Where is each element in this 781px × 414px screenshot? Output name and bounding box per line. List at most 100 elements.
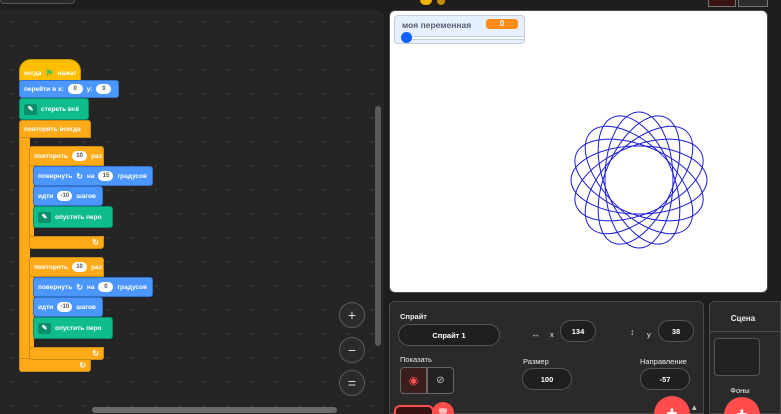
direction-label: Направление xyxy=(640,357,687,366)
trash-icon: 🗑 xyxy=(437,407,449,414)
pen-icon: ✎ xyxy=(24,103,37,115)
variable-slider-knob[interactable] xyxy=(401,32,412,43)
stage-size-button-partial[interactable] xyxy=(708,0,736,7)
zoom-out-button[interactable]: − xyxy=(339,337,365,363)
times-label: раз xyxy=(91,152,102,160)
zoom-reset-icon: = xyxy=(347,375,357,391)
go-to-xy-block[interactable]: перейти в х: 0 у: 0 xyxy=(19,80,119,98)
move-steps-input[interactable]: -10 xyxy=(57,302,73,312)
forever-block[interactable]: повторять всегда xyxy=(19,120,91,138)
pen-down-block-1[interactable]: ✎ опустить перо xyxy=(33,206,113,228)
y-label: у: xyxy=(86,85,93,93)
variable-slider-track[interactable] xyxy=(405,36,525,40)
move-block-1[interactable]: идти -10 шагов xyxy=(33,186,103,206)
degrees-label: градусов xyxy=(117,283,147,291)
show-hidden-toggle[interactable]: ⊘ xyxy=(427,367,454,394)
variable-monitor[interactable]: моя переменная 0 xyxy=(394,15,525,44)
x-field[interactable]: 134 xyxy=(560,320,596,342)
pen-icon: ✎ xyxy=(38,211,51,223)
repeat-block-1[interactable]: повторить 10 раз xyxy=(29,146,104,166)
when-flag-clicked-block[interactable]: когда ⚑ нажат xyxy=(19,59,81,82)
turn-degrees-input[interactable]: 0 xyxy=(98,282,114,292)
pen-stroke-loop xyxy=(604,111,674,249)
vertical-scrollbar[interactable] xyxy=(375,106,381,346)
pen-stroke-loop xyxy=(597,115,681,245)
code-workspace[interactable]: когда ⚑ нажат перейти в х: 0 у: 0 ✎ стер… xyxy=(0,10,384,414)
repeat-block-2[interactable]: повторить 10 раз xyxy=(29,257,104,277)
turn-block-2[interactable]: повернуть ↻ на 0 градусов xyxy=(33,277,153,297)
turn-label: повернуть xyxy=(38,283,73,291)
pen-stroke-loop xyxy=(584,125,694,235)
pen-down-label: опустить перо xyxy=(55,213,102,221)
sprite-name-field[interactable]: Спрайт 1 xyxy=(398,324,500,346)
menu-button-partial[interactable] xyxy=(0,0,75,4)
y-field[interactable]: 38 xyxy=(658,320,694,342)
top-toolbar-strip xyxy=(0,0,781,8)
x-label: x xyxy=(550,330,554,339)
green-flag-icon: ⚑ xyxy=(45,68,54,78)
zoom-out-icon: − xyxy=(347,342,357,358)
steps-label: шагов xyxy=(76,192,96,200)
move-block-2[interactable]: идти -10 шагов xyxy=(33,297,103,317)
repeat-count-input[interactable]: 10 xyxy=(72,151,88,161)
loop-arrow-icon: ↻ xyxy=(79,360,86,370)
turn-block-1[interactable]: повернуть ↻ на 15 градусов xyxy=(33,166,153,186)
green-flag-button-partial[interactable] xyxy=(420,0,432,5)
show-visible-toggle[interactable]: ◉ xyxy=(400,367,427,394)
turn-degrees-input[interactable]: 15 xyxy=(98,171,114,181)
steps-label: шагов xyxy=(76,303,96,311)
repeat-count-input[interactable]: 10 xyxy=(72,262,88,272)
degrees-label: градусов xyxy=(117,172,147,180)
x-arrows-icon: ↔ xyxy=(531,329,540,339)
repeat-2-bottom: ↻ xyxy=(29,347,104,360)
stage-thumbnail[interactable] xyxy=(714,338,760,376)
stop-button-partial[interactable] xyxy=(437,0,445,5)
turn-on-label: на xyxy=(86,172,95,180)
sprite-thumbnail-selected[interactable] xyxy=(394,405,434,414)
x-input[interactable]: 0 xyxy=(67,84,83,94)
y-arrows-icon: ↕ xyxy=(630,327,635,337)
sprite-info-panel: Спрайт Спрайт 1 ↔ x 134 ↕ у 38 Показать … xyxy=(389,301,704,414)
eye-crossed-icon: ⊘ xyxy=(436,375,445,386)
backdrop-add-icon: ✚ xyxy=(737,407,748,414)
loop-arrow-icon: ↻ xyxy=(92,238,99,247)
stage-panel-divider xyxy=(710,331,781,332)
backdrops-label: Фоны xyxy=(730,386,750,395)
variable-name: моя переменная xyxy=(402,20,472,30)
horizontal-scrollbar[interactable] xyxy=(92,407,337,413)
move-steps-input[interactable]: -10 xyxy=(57,191,73,201)
forever-bottom: ↻ xyxy=(19,358,91,372)
y-label: у xyxy=(647,330,651,339)
repeat-label: повторить xyxy=(34,263,69,271)
go-to-label: перейти в х: xyxy=(24,85,64,93)
rotate-right-icon: ↻ xyxy=(76,282,83,292)
y-input[interactable]: 0 xyxy=(96,84,112,94)
cat-add-icon: ✚ xyxy=(666,406,678,414)
stage-target-panel[interactable]: Сцена Фоны ✚ xyxy=(709,301,781,414)
fullscreen-button-partial[interactable] xyxy=(738,0,768,7)
rotate-right-icon: ↻ xyxy=(76,171,83,181)
clicked-label: нажат xyxy=(57,70,77,77)
stage[interactable]: моя переменная 0 xyxy=(389,10,768,293)
move-label: идти xyxy=(38,303,54,311)
turn-on-label: на xyxy=(86,283,95,291)
choose-backdrop-button[interactable]: ✚ xyxy=(724,397,760,414)
pen-stroke-loop xyxy=(597,115,681,245)
size-field[interactable]: 100 xyxy=(522,368,572,390)
erase-all-label: стереть всё xyxy=(41,105,79,113)
size-label: Размер xyxy=(523,357,549,366)
pen-stroke-loop xyxy=(570,145,708,215)
repeat-label: повторить xyxy=(34,152,69,160)
repeat-1-bottom: ↻ xyxy=(29,236,104,249)
zoom-in-icon: + xyxy=(347,307,357,323)
sprite-label: Спрайт xyxy=(400,312,427,321)
zoom-reset-button[interactable]: = xyxy=(339,370,365,396)
pen-down-block-2[interactable]: ✎ опустить перо xyxy=(33,317,113,339)
direction-field[interactable]: -57 xyxy=(640,368,690,390)
move-label: идти xyxy=(38,192,54,200)
zoom-in-button[interactable]: + xyxy=(339,302,365,328)
variable-value: 0 xyxy=(486,19,518,29)
when-label: когда xyxy=(24,70,42,77)
erase-all-block[interactable]: ✎ стереть всё xyxy=(19,98,89,120)
eye-icon: ◉ xyxy=(408,375,419,387)
